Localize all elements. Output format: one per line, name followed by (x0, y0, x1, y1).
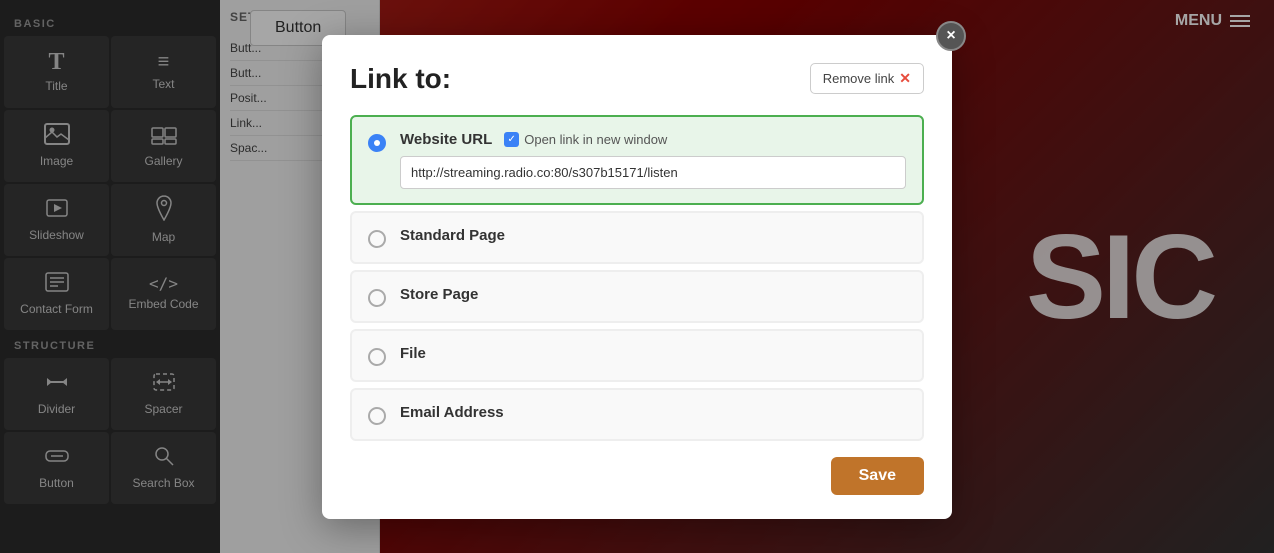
modal-close-button[interactable]: × (936, 21, 966, 51)
link-to-modal: × Link to: Remove link ✕ Website URL Ope… (322, 35, 952, 519)
radio-file (368, 348, 386, 366)
modal-overlay: × Link to: Remove link ✕ Website URL Ope… (0, 0, 1274, 553)
link-option-website-url-title: Website URL Open link in new window (400, 131, 906, 148)
radio-standard-page (368, 230, 386, 248)
radio-email-address (368, 407, 386, 425)
link-option-website-url-content: Website URL Open link in new window (400, 131, 906, 189)
link-option-standard-page-content: Standard Page (400, 227, 906, 244)
open-new-window-label[interactable]: Open link in new window (504, 132, 667, 147)
radio-store-page (368, 289, 386, 307)
url-input[interactable] (400, 156, 906, 189)
open-new-window-checkbox[interactable] (504, 132, 519, 147)
link-option-store-page[interactable]: Store Page (350, 270, 924, 323)
link-option-file-content: File (400, 345, 906, 362)
remove-link-label: Remove link (823, 71, 895, 86)
link-option-email-address-content: Email Address (400, 404, 906, 421)
remove-link-button[interactable]: Remove link ✕ (810, 63, 924, 94)
link-option-website-url[interactable]: Website URL Open link in new window (350, 115, 924, 205)
link-option-store-page-title: Store Page (400, 286, 906, 303)
link-option-email-address-title: Email Address (400, 404, 906, 421)
modal-footer: Save (350, 457, 924, 495)
radio-website-url (368, 134, 386, 152)
link-option-store-page-content: Store Page (400, 286, 906, 303)
link-option-standard-page[interactable]: Standard Page (350, 211, 924, 264)
modal-header: Link to: Remove link ✕ (350, 63, 924, 95)
modal-title: Link to: (350, 63, 451, 95)
link-option-file[interactable]: File (350, 329, 924, 382)
remove-link-icon: ✕ (899, 70, 911, 87)
save-button[interactable]: Save (831, 457, 924, 495)
link-option-standard-page-title: Standard Page (400, 227, 906, 244)
link-option-file-title: File (400, 345, 906, 362)
link-option-email-address[interactable]: Email Address (350, 388, 924, 441)
